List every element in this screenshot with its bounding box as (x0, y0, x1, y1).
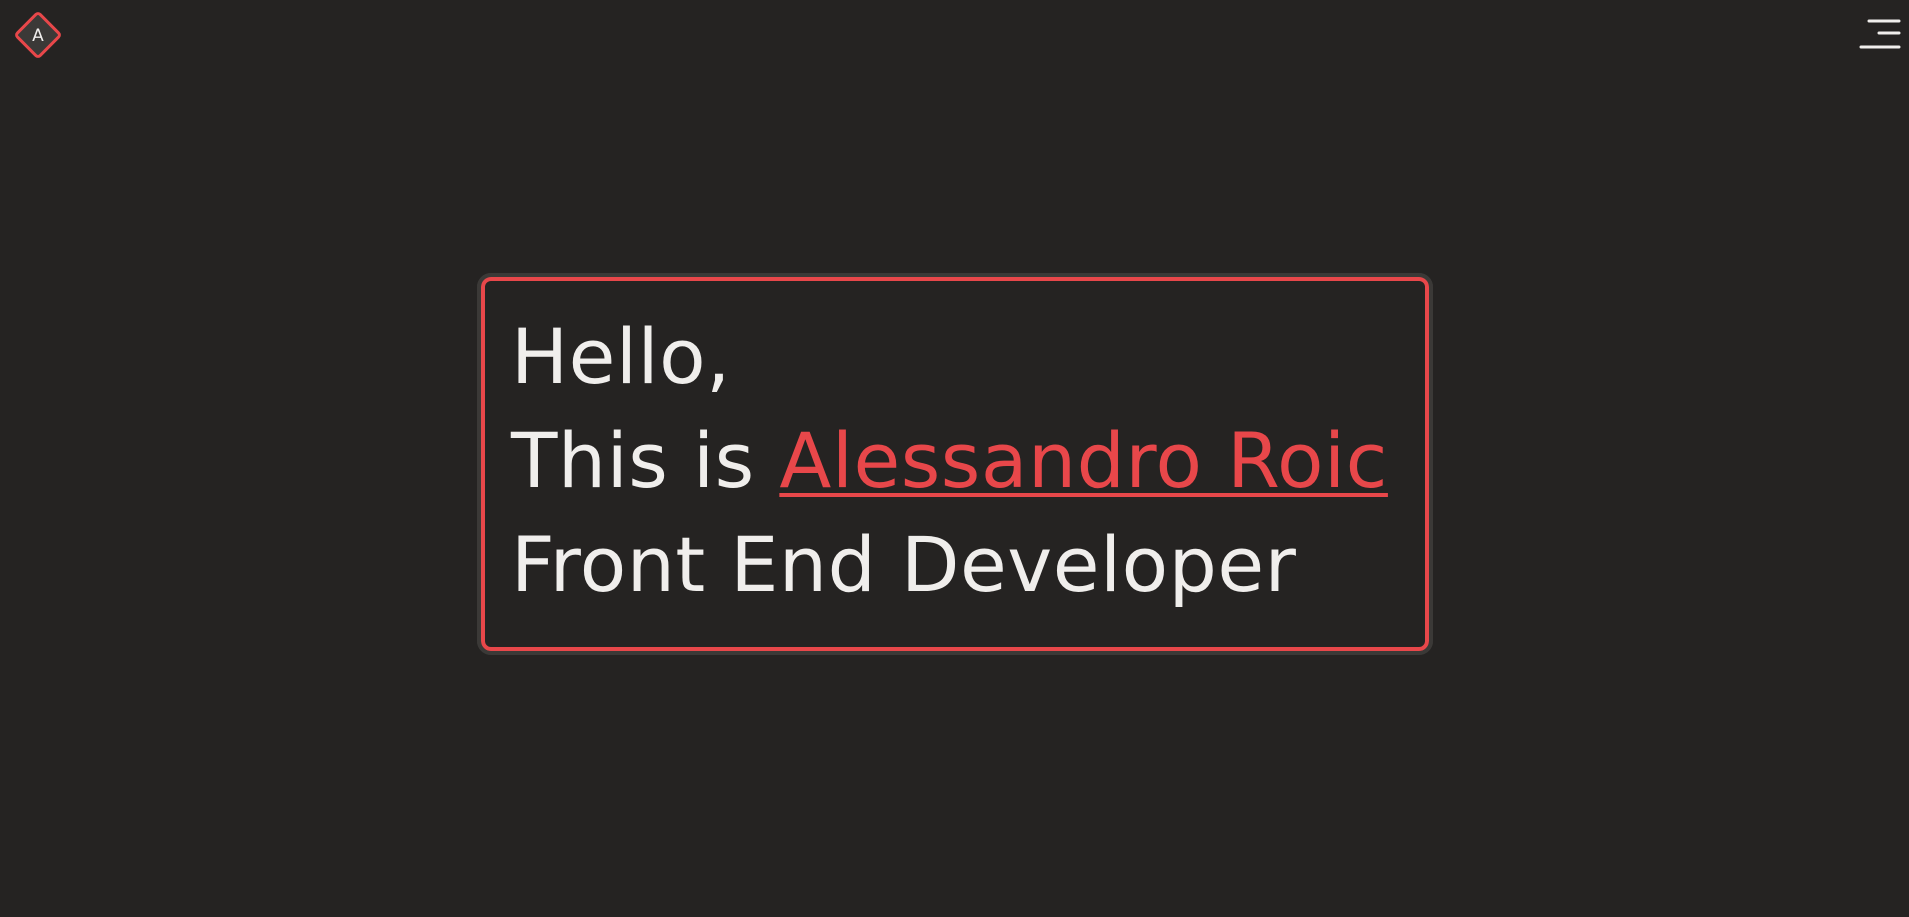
hero-card: Hello, This is Alessandro Roic Front End… (477, 273, 1433, 655)
hero-heading: Hello, This is Alessandro Roic Front End… (511, 305, 1388, 617)
diamond-logo-icon: A (15, 12, 61, 58)
logo-link[interactable]: A (11, 8, 65, 62)
logo-letter: A (32, 26, 44, 46)
hero-intro-line: This is Alessandro Roic (511, 409, 1388, 513)
menu-button[interactable] (1859, 18, 1901, 52)
hamburger-menu-icon (1859, 19, 1901, 49)
page: A Hello, This is Alessandro Roic Front E… (0, 0, 1909, 917)
hero-greeting: Hello, (511, 312, 731, 401)
hero-role: Front End Developer (511, 520, 1297, 609)
hero-name-link[interactable]: Alessandro Roic (779, 416, 1388, 505)
hero-intro-prefix: This is (511, 416, 780, 505)
